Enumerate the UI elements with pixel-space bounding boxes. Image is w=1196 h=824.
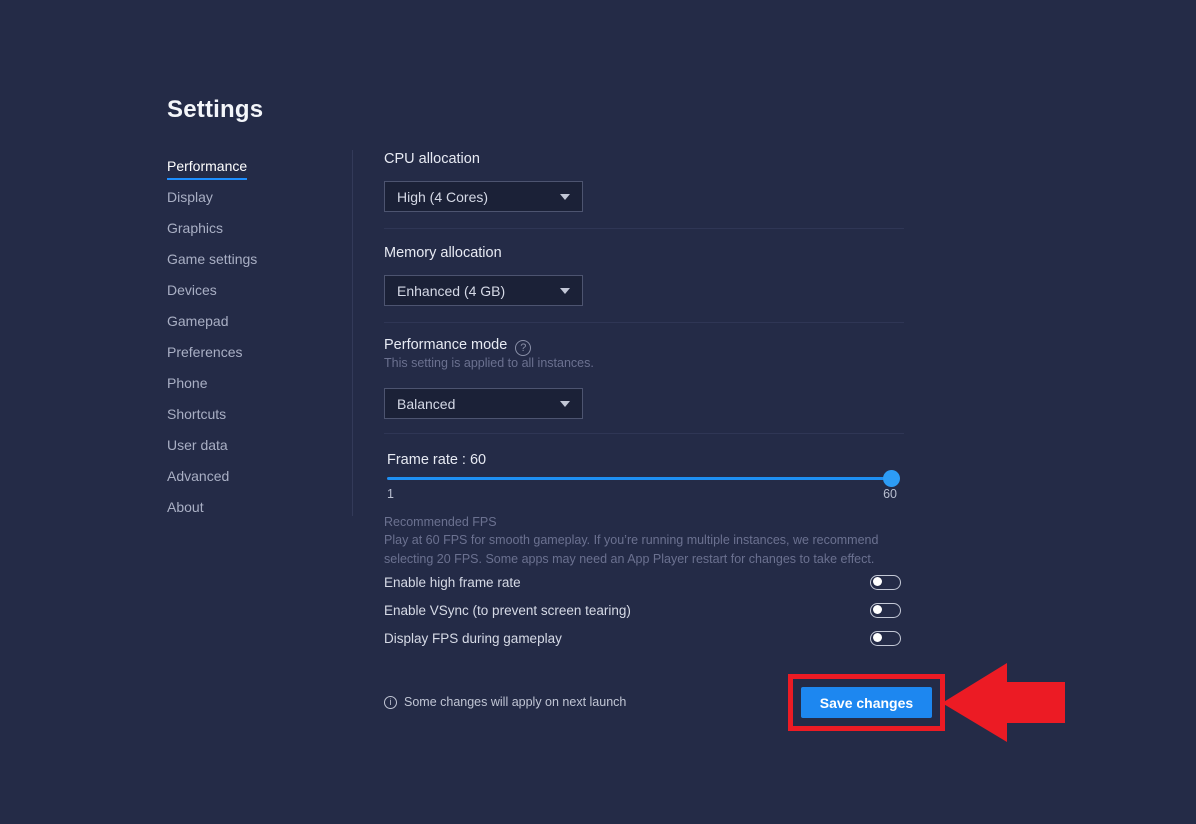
sidebar-item-user-data[interactable]: User data [167,437,257,468]
frame-rate-label: Frame rate : 60 [387,452,486,468]
red-arrow-left-icon [942,663,1007,742]
section-divider [384,228,904,229]
sidebar-item-display[interactable]: Display [167,189,257,220]
performance-mode-note: This setting is applied to all instances… [384,356,594,370]
slider-max-label: 60 [883,487,897,501]
cpu-allocation-value: High (4 Cores) [397,189,488,205]
sidebar-item-devices[interactable]: Devices [167,282,257,313]
slider-knob[interactable] [883,470,900,487]
section-divider [384,322,904,323]
toggle-label: Enable high frame rate [384,575,521,590]
footer-note-text: Some changes will apply on next launch [404,695,626,709]
sidebar-item-gamepad[interactable]: Gamepad [167,313,257,344]
save-changes-button[interactable]: Save changes [801,687,932,718]
toggle-knob [873,633,882,642]
sidebar-item-phone[interactable]: Phone [167,375,257,406]
slider-track[interactable] [387,477,890,480]
cpu-allocation-dropdown[interactable]: High (4 Cores) [384,181,583,212]
sidebar-item-game-settings[interactable]: Game settings [167,251,257,282]
toggle-row-high-frame-rate: Enable high frame rate [384,572,901,592]
recommended-fps-title: Recommended FPS [384,515,497,529]
sidebar-item-advanced[interactable]: Advanced [167,468,257,499]
high-frame-rate-toggle[interactable] [870,575,901,590]
red-arrow-body [1007,682,1065,723]
memory-allocation-dropdown[interactable]: Enhanced (4 GB) [384,275,583,306]
recommended-fps-body: Play at 60 FPS for smooth gameplay. If y… [384,531,908,569]
question-circle-icon[interactable]: ? [515,340,531,356]
sidebar-item-shortcuts[interactable]: Shortcuts [167,406,257,437]
performance-mode-dropdown[interactable]: Balanced [384,388,583,419]
performance-mode-label: Performance mode [384,337,507,353]
toggle-row-vsync: Enable VSync (to prevent screen tearing) [384,600,901,620]
toggle-knob [873,577,882,586]
sidebar-divider [352,150,353,516]
info-circle-icon: i [384,696,397,709]
cpu-allocation-label: CPU allocation [384,151,480,167]
memory-allocation-value: Enhanced (4 GB) [397,283,505,299]
sidebar-item-performance[interactable]: Performance [167,158,257,189]
frame-rate-slider[interactable] [387,470,890,487]
sidebar-item-preferences[interactable]: Preferences [167,344,257,375]
footer-note: i Some changes will apply on next launch [384,695,626,709]
sidebar: Performance Display Graphics Game settin… [167,158,257,530]
slider-scale: 1 60 [387,487,897,501]
page-title: Settings [167,96,263,124]
sidebar-item-graphics[interactable]: Graphics [167,220,257,251]
settings-page: Settings Performance Display Graphics Ga… [0,0,1196,824]
display-fps-toggle[interactable] [870,631,901,646]
slider-min-label: 1 [387,487,394,501]
toggle-row-display-fps: Display FPS during gameplay [384,628,901,648]
performance-mode-value: Balanced [397,396,455,412]
toggle-knob [873,605,882,614]
chevron-down-icon [560,288,570,294]
performance-mode-label-row: Performance mode? [384,337,531,356]
chevron-down-icon [560,194,570,200]
sidebar-item-about[interactable]: About [167,499,257,530]
vsync-toggle[interactable] [870,603,901,618]
section-divider [384,433,904,434]
toggle-label: Enable VSync (to prevent screen tearing) [384,603,631,618]
memory-allocation-label: Memory allocation [384,245,502,261]
toggle-label: Display FPS during gameplay [384,631,562,646]
chevron-down-icon [560,401,570,407]
